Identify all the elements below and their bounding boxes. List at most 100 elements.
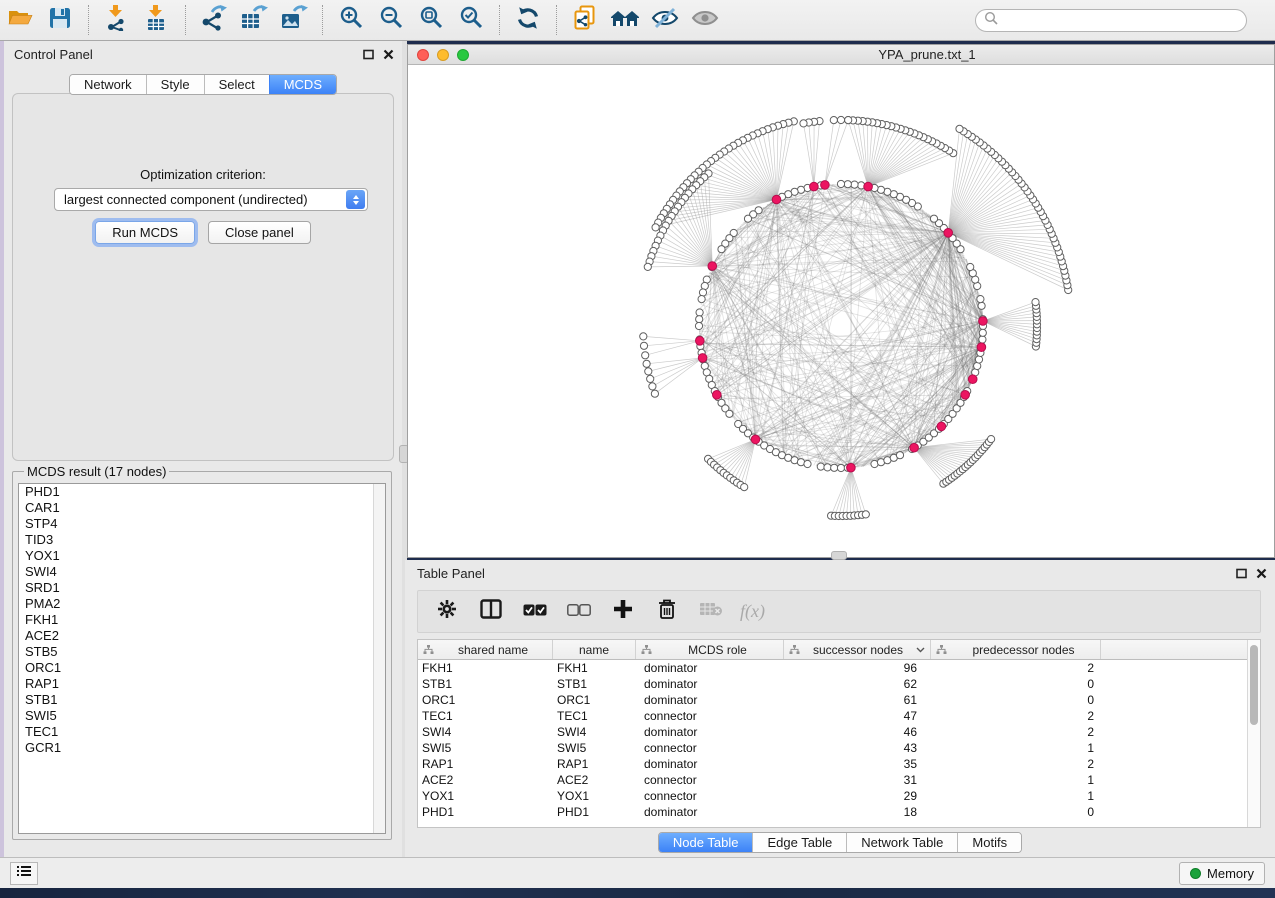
graph-mcds-node[interactable]: [713, 391, 722, 400]
select-all-button[interactable]: [520, 597, 550, 627]
table-cell[interactable]: ORC1: [418, 692, 553, 708]
table-row[interactable]: YOX1YOX1connector291: [418, 788, 1260, 804]
graph-mcds-node[interactable]: [708, 262, 717, 271]
mcds-result-item[interactable]: TID3: [19, 532, 385, 548]
table-cell[interactable]: 29: [784, 788, 931, 804]
graph-node[interactable]: [862, 511, 869, 518]
column-header-predecessor-nodes[interactable]: predecessor nodes: [931, 640, 1101, 659]
graph-node[interactable]: [956, 125, 963, 132]
mcds-result-item[interactable]: STB5: [19, 644, 385, 660]
column-header-shared-name[interactable]: shared name: [418, 640, 553, 659]
refresh-button[interactable]: [508, 4, 548, 36]
search-field[interactable]: [975, 9, 1247, 32]
deselect-all-button[interactable]: [564, 597, 594, 627]
table-cell[interactable]: connector: [636, 772, 784, 788]
tab-network-table[interactable]: Network Table: [846, 833, 957, 852]
table-scrollbar[interactable]: [1247, 640, 1260, 827]
column-header-MCDS-role[interactable]: MCDS role: [636, 640, 784, 659]
graph-node[interactable]: [830, 117, 837, 124]
table-cell[interactable]: ACE2: [553, 772, 636, 788]
close-panel-icon[interactable]: [383, 47, 394, 65]
open-file-button[interactable]: [0, 4, 40, 36]
scrollbar-thumb[interactable]: [1250, 645, 1258, 725]
delete-column-button[interactable]: [652, 597, 682, 627]
mcds-result-item[interactable]: YOX1: [19, 548, 385, 564]
mcds-result-item[interactable]: GCR1: [19, 740, 385, 756]
graph-mcds-node[interactable]: [944, 229, 953, 238]
table-cell[interactable]: FKH1: [418, 660, 553, 676]
graph-node[interactable]: [967, 263, 974, 270]
table-cell[interactable]: 96: [784, 660, 931, 676]
mcds-result-list[interactable]: PHD1CAR1STP4TID3YOX1SWI4SRD1PMA2FKH1ACE2…: [18, 483, 386, 834]
table-cell[interactable]: ORC1: [553, 692, 636, 708]
graph-node[interactable]: [817, 463, 824, 470]
add-column-button[interactable]: [608, 597, 638, 627]
table-cell[interactable]: TEC1: [418, 708, 553, 724]
graph-mcds-node[interactable]: [810, 182, 819, 191]
graph-node[interactable]: [699, 289, 706, 296]
table-row[interactable]: SWI4SWI4dominator462: [418, 724, 1260, 740]
mcds-result-item[interactable]: PHD1: [19, 484, 385, 500]
table-row[interactable]: ACE2ACE2connector311: [418, 772, 1260, 788]
mcds-result-item[interactable]: ACE2: [19, 628, 385, 644]
graph-node[interactable]: [698, 296, 705, 303]
table-row[interactable]: ORC1ORC1dominator610: [418, 692, 1260, 708]
mcds-result-item[interactable]: FKH1: [19, 612, 385, 628]
graph-node[interactable]: [696, 316, 703, 323]
result-scrollbar[interactable]: [373, 484, 385, 833]
table-cell[interactable]: dominator: [636, 676, 784, 692]
table-cell[interactable]: dominator: [636, 692, 784, 708]
graph-node[interactable]: [726, 410, 733, 417]
mcds-result-item[interactable]: STB1: [19, 692, 385, 708]
mcds-result-item[interactable]: ORC1: [19, 660, 385, 676]
network-overview-button[interactable]: [605, 4, 645, 36]
table-cell[interactable]: 61: [784, 692, 931, 708]
table-row[interactable]: SWI5SWI5connector431: [418, 740, 1260, 756]
close-panel-button[interactable]: Close panel: [208, 221, 311, 244]
graph-node[interactable]: [640, 342, 647, 349]
table-cell[interactable]: 2: [931, 660, 1101, 676]
hide-network-button[interactable]: [645, 4, 685, 36]
graph-node[interactable]: [647, 375, 654, 382]
graph-mcds-node[interactable]: [979, 317, 988, 326]
table-cell[interactable]: 0: [931, 804, 1101, 820]
table-cell[interactable]: 47: [784, 708, 931, 724]
import-table-button[interactable]: [137, 4, 177, 36]
table-cell[interactable]: connector: [636, 708, 784, 724]
graph-mcds-node[interactable]: [698, 354, 707, 363]
graph-node[interactable]: [642, 352, 649, 359]
mcds-result-item[interactable]: SRD1: [19, 580, 385, 596]
graph-node[interactable]: [652, 224, 659, 231]
close-panel-icon[interactable]: [1256, 566, 1267, 584]
graph-mcds-node[interactable]: [696, 337, 705, 346]
graph-mcds-node[interactable]: [772, 195, 781, 204]
network-canvas[interactable]: [408, 65, 1274, 557]
graph-node[interactable]: [800, 120, 807, 127]
tab-mcds[interactable]: MCDS: [269, 75, 336, 94]
table-cell[interactable]: RAP1: [418, 756, 553, 772]
table-cell[interactable]: STB1: [418, 676, 553, 692]
graph-node[interactable]: [977, 296, 984, 303]
float-panel-icon[interactable]: [363, 47, 374, 65]
graph-node[interactable]: [979, 336, 986, 343]
table-cell[interactable]: STB1: [553, 676, 636, 692]
graph-mcds-node[interactable]: [864, 182, 873, 191]
table-cell[interactable]: 2: [931, 724, 1101, 740]
criterion-dropdown[interactable]: largest connected component (undirected): [54, 188, 368, 211]
table-row[interactable]: TEC1TEC1connector472: [418, 708, 1260, 724]
table-cell[interactable]: YOX1: [418, 788, 553, 804]
graph-node[interactable]: [651, 390, 658, 397]
graph-node[interactable]: [837, 180, 844, 187]
export-network-button[interactable]: [194, 4, 234, 36]
table-cell[interactable]: SWI5: [553, 740, 636, 756]
graph-node[interactable]: [695, 322, 702, 329]
graph-node[interactable]: [837, 464, 844, 471]
mcds-result-item[interactable]: SWI5: [19, 708, 385, 724]
task-history-button[interactable]: [10, 862, 38, 885]
memory-button[interactable]: Memory: [1179, 862, 1265, 885]
table-row[interactable]: STB1STB1dominator620: [418, 676, 1260, 692]
graph-mcds-node[interactable]: [968, 375, 977, 384]
table-cell[interactable]: FKH1: [553, 660, 636, 676]
tab-edge-table[interactable]: Edge Table: [752, 833, 846, 852]
tab-network[interactable]: Network: [70, 75, 146, 94]
